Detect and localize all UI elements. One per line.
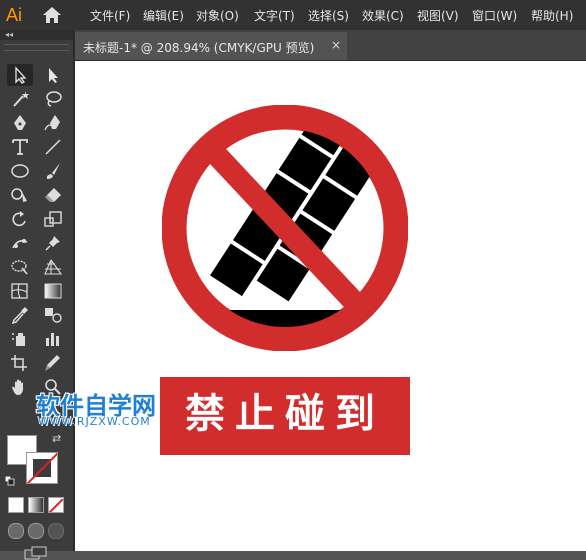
symbol-sprayer-tool[interactable] <box>7 328 33 350</box>
warning-label: 禁止碰到 <box>160 377 410 455</box>
shaper-tool[interactable] <box>7 184 33 206</box>
blend-tool[interactable] <box>40 304 66 326</box>
gradient-mode-button[interactable] <box>28 497 44 513</box>
stroke-color-swatch[interactable] <box>26 452 58 484</box>
menu-effect[interactable]: 效果(C) <box>362 7 404 24</box>
scale-tool[interactable] <box>40 208 66 230</box>
close-icon[interactable]: × <box>331 38 341 52</box>
ellipse-tool[interactable] <box>7 160 33 182</box>
slice-tool[interactable] <box>40 352 66 374</box>
rotate-tool[interactable] <box>7 208 33 230</box>
draw-normal-icon[interactable] <box>8 523 24 539</box>
color-mode-button[interactable] <box>8 497 24 513</box>
artboard-tool[interactable] <box>7 352 33 374</box>
menu-help[interactable]: 帮助(H) <box>531 7 573 24</box>
type-tool[interactable] <box>7 136 33 158</box>
screen-mode-icon[interactable] <box>24 546 48 560</box>
swap-fill-stroke-icon[interactable]: ⇄ <box>52 432 66 446</box>
magic-wand-tool[interactable] <box>7 88 33 110</box>
draw-inside-icon[interactable] <box>48 523 64 539</box>
menu-bar: Ai 文件(F) 编辑(E) 对象(O) 文字(T) 选择(S) 效果(C) 视… <box>0 0 586 30</box>
document-tab-label: 未标题-1* @ 208.94% (CMYK/GPU 预览) <box>83 41 315 55</box>
document-tab[interactable]: 未标题-1* @ 208.94% (CMYK/GPU 预览) × <box>75 32 347 60</box>
menu-edit[interactable]: 编辑(E) <box>143 7 184 24</box>
menu-file[interactable]: 文件(F) <box>90 7 130 24</box>
hand-tool[interactable] <box>7 376 33 398</box>
document-tab-bar: 未标题-1* @ 208.94% (CMYK/GPU 预览) × <box>75 30 586 61</box>
tools-panel: ◂◂ ⇄ <box>0 30 75 560</box>
watermark: 软件自学网 WWW.RJZXW.COM <box>36 386 186 432</box>
prohibition-sign <box>162 105 408 351</box>
panel-grip[interactable] <box>4 44 69 51</box>
menu-select[interactable]: 选择(S) <box>308 7 349 24</box>
tools-panel-header: ◂◂ <box>0 30 73 40</box>
menu-view[interactable]: 视图(V) <box>417 7 459 24</box>
eraser-tool[interactable] <box>40 184 66 206</box>
mesh-tool[interactable] <box>7 280 33 302</box>
draw-behind-icon[interactable] <box>28 523 44 539</box>
direct-selection-tool[interactable] <box>40 64 66 86</box>
warning-label-text: 禁止碰到 <box>185 391 385 437</box>
eyedropper-tool[interactable] <box>7 304 33 326</box>
free-transform-tool[interactable] <box>7 256 33 278</box>
pin-tool[interactable] <box>40 232 66 254</box>
gradient-tool[interactable] <box>40 280 66 302</box>
default-colors-icon[interactable] <box>5 476 15 486</box>
pen-tool[interactable] <box>7 112 33 134</box>
paintbrush-tool[interactable] <box>40 160 66 182</box>
line-segment-tool[interactable] <box>40 136 66 158</box>
puppet-warp-tool[interactable] <box>7 232 33 254</box>
menu-type[interactable]: 文字(T) <box>254 7 295 24</box>
app-logo: Ai <box>6 5 23 25</box>
watermark-url: WWW.RJZXW.COM <box>38 415 151 428</box>
none-mode-button[interactable] <box>48 497 64 513</box>
lasso-tool[interactable] <box>40 88 66 110</box>
home-icon[interactable] <box>42 6 62 24</box>
menu-window[interactable]: 窗口(W) <box>472 7 517 24</box>
curvature-tool[interactable] <box>40 112 66 134</box>
collapse-panel-icon[interactable]: ◂◂ <box>5 30 13 40</box>
selection-tool[interactable] <box>7 64 33 86</box>
artboard-canvas[interactable]: 禁止碰到 <box>75 61 586 551</box>
column-graph-tool[interactable] <box>40 328 66 350</box>
perspective-grid-tool[interactable] <box>40 256 66 278</box>
menu-object[interactable]: 对象(O) <box>196 7 239 24</box>
